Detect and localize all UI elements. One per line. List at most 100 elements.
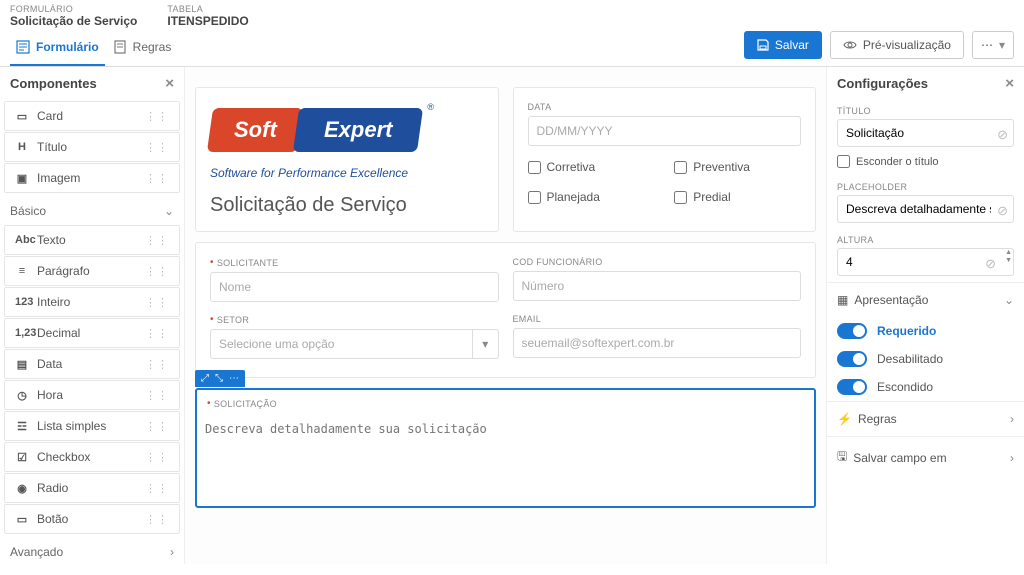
component-item[interactable]: 123Inteiro⋮⋮	[4, 287, 180, 317]
grip-icon[interactable]: ⋮⋮	[145, 358, 169, 371]
grip-icon[interactable]: ⋮⋮	[145, 265, 169, 278]
component-item[interactable]: ☑Checkbox⋮⋮	[4, 442, 180, 472]
grip-icon[interactable]: ⋮⋮	[145, 327, 169, 340]
component-item[interactable]: ◷Hora⋮⋮	[4, 380, 180, 410]
registered-icon: ®	[427, 102, 434, 112]
chk-corretiva[interactable]: Corretiva	[528, 160, 655, 174]
cfg-hide-title[interactable]: Esconder o título	[827, 153, 1024, 176]
component-item[interactable]: ▭Botão⋮⋮	[4, 504, 180, 534]
component-item[interactable]: ▤Data⋮⋮	[4, 349, 180, 379]
close-icon[interactable]: ×	[1005, 75, 1014, 92]
grip-icon[interactable]: ⋮⋮	[145, 234, 169, 247]
component-label: Lista simples	[37, 419, 106, 433]
logo: Soft Expert ® Software for Performance E…	[210, 102, 484, 180]
more-button[interactable]: ⋯ ▾	[972, 31, 1014, 59]
component-icon: H	[15, 141, 29, 153]
clear-icon[interactable]: ⊘	[997, 203, 1008, 219]
setor-dropdown-btn[interactable]: ▾	[473, 329, 498, 359]
component-label: Inteiro	[37, 295, 70, 309]
components-title: Componentes	[10, 76, 97, 91]
component-item[interactable]: 1,23 Decimal ⋮⋮	[4, 318, 180, 348]
clear-icon[interactable]: ⊘	[997, 127, 1008, 143]
setor-select[interactable]	[210, 329, 473, 359]
preview-label: Pré-visualização	[863, 38, 951, 52]
ellipsis-icon[interactable]: ⋯	[229, 373, 239, 384]
cfg-save-field[interactable]: 🖫Salvar campo em ›	[827, 436, 1024, 478]
component-label: Imagem	[37, 171, 80, 185]
grip-icon[interactable]: ⋮⋮	[145, 513, 169, 526]
ellipsis-icon: ⋯	[981, 38, 993, 52]
eye-icon	[843, 39, 857, 51]
save-button[interactable]: Salvar	[744, 31, 822, 59]
chk-planejada[interactable]: Planejada	[528, 190, 655, 204]
component-label: Decimal	[37, 326, 80, 340]
component-item[interactable]: AbcTexto⋮⋮	[4, 225, 180, 255]
selection-handle[interactable]: ⤢ ⤡ ⋯	[195, 370, 245, 387]
toggle-hidden[interactable]: Escondido	[827, 373, 1024, 401]
component-item[interactable]: ▭Card⋮⋮	[4, 101, 180, 131]
toggle-switch[interactable]	[837, 351, 867, 367]
card-solicitacao-selected[interactable]: ⤢ ⤡ ⋯ •SOLICITAÇÃO	[195, 388, 816, 508]
toolbar-actions: Salvar Pré-visualização ⋯ ▾	[744, 31, 1014, 65]
toggle-required[interactable]: Requerido	[827, 317, 1024, 345]
card-logo[interactable]: Soft Expert ® Software for Performance E…	[195, 87, 499, 232]
header-form: FORMULÁRIO Solicitação de Serviço	[10, 4, 137, 28]
step-down-icon[interactable]: ▼	[1005, 257, 1012, 265]
component-item[interactable]: ≡Parágrafo⋮⋮	[4, 256, 180, 286]
chevron-right-icon: ›	[1010, 451, 1014, 465]
group-basic[interactable]: Básico ⌄	[0, 194, 184, 224]
codfunc-input[interactable]	[513, 271, 802, 301]
component-item[interactable]: ▣Imagem⋮⋮	[4, 163, 180, 193]
solicitacao-textarea[interactable]	[197, 415, 814, 503]
component-item[interactable]: HTítulo⋮⋮	[4, 132, 180, 162]
logo-tagline: Software for Performance Excellence	[210, 166, 484, 180]
grip-icon[interactable]: ⋮⋮	[145, 420, 169, 433]
email-input[interactable]	[513, 328, 802, 358]
toggle-disabled[interactable]: Desabilitado	[827, 345, 1024, 373]
toggle-switch[interactable]	[837, 323, 867, 339]
step-up-icon[interactable]: ▲	[1005, 249, 1012, 257]
preview-button[interactable]: Pré-visualização	[830, 31, 964, 59]
component-icon: 1,23	[15, 327, 29, 339]
grip-icon[interactable]: ⋮⋮	[145, 172, 169, 185]
collapse-icon[interactable]: ⤡	[215, 373, 223, 384]
date-input[interactable]	[528, 116, 802, 146]
grip-icon[interactable]: ⋮⋮	[145, 141, 169, 154]
toggle-switch[interactable]	[837, 379, 867, 395]
clear-icon[interactable]: ⊘	[985, 256, 996, 272]
group-advanced[interactable]: Avançado ›	[0, 535, 184, 564]
lightning-icon: ⚡	[837, 412, 852, 426]
date-label: DATA	[528, 102, 802, 112]
component-icon: ☑	[15, 451, 29, 464]
header-form-label: FORMULÁRIO	[10, 4, 137, 14]
chk-preventiva[interactable]: Preventiva	[674, 160, 801, 174]
form-title: Solicitação de Serviço	[210, 194, 484, 217]
grip-icon[interactable]: ⋮⋮	[145, 389, 169, 402]
config-header: Configurações ×	[827, 67, 1024, 100]
chk-predial[interactable]: Predial	[674, 190, 801, 204]
card-form-fields[interactable]: •SOLICITANTE COD FUNCIONÁRIO •SETOR ▾ EM…	[195, 242, 816, 378]
tab-rules[interactable]: Regras	[107, 30, 178, 66]
cfg-titulo-input[interactable]	[837, 119, 1014, 147]
component-label: Card	[37, 109, 63, 123]
canvas[interactable]: Soft Expert ® Software for Performance E…	[185, 67, 826, 564]
component-item[interactable]: ☲Lista simples⋮⋮	[4, 411, 180, 441]
grip-icon[interactable]: ⋮⋮	[145, 482, 169, 495]
group-basic-label: Básico	[10, 204, 46, 218]
solicitante-input[interactable]	[210, 272, 499, 302]
main: Componentes × ▭Card⋮⋮HTítulo⋮⋮▣Imagem⋮⋮ …	[0, 67, 1024, 564]
card-date-checks[interactable]: DATA Corretiva Preventiva Planejada Pred…	[513, 87, 817, 232]
grip-icon[interactable]: ⋮⋮	[145, 296, 169, 309]
close-icon[interactable]: ×	[165, 75, 174, 92]
grip-icon[interactable]: ⋮⋮	[145, 110, 169, 123]
component-item[interactable]: ◉Radio⋮⋮	[4, 473, 180, 503]
cfg-rules[interactable]: ⚡Regras ›	[827, 401, 1024, 436]
grip-icon[interactable]: ⋮⋮	[145, 451, 169, 464]
tab-form[interactable]: Formulário	[10, 30, 105, 66]
cfg-placeholder-input[interactable]	[837, 195, 1014, 223]
cfg-presentation[interactable]: ▦Apresentação ⌄	[827, 282, 1024, 317]
chevron-down-icon: ▾	[999, 38, 1005, 52]
altura-stepper[interactable]: ▲▼	[1005, 249, 1012, 265]
expand-icon[interactable]: ⤢	[201, 373, 209, 384]
solicitacao-label: SOLICITAÇÃO	[214, 399, 277, 409]
